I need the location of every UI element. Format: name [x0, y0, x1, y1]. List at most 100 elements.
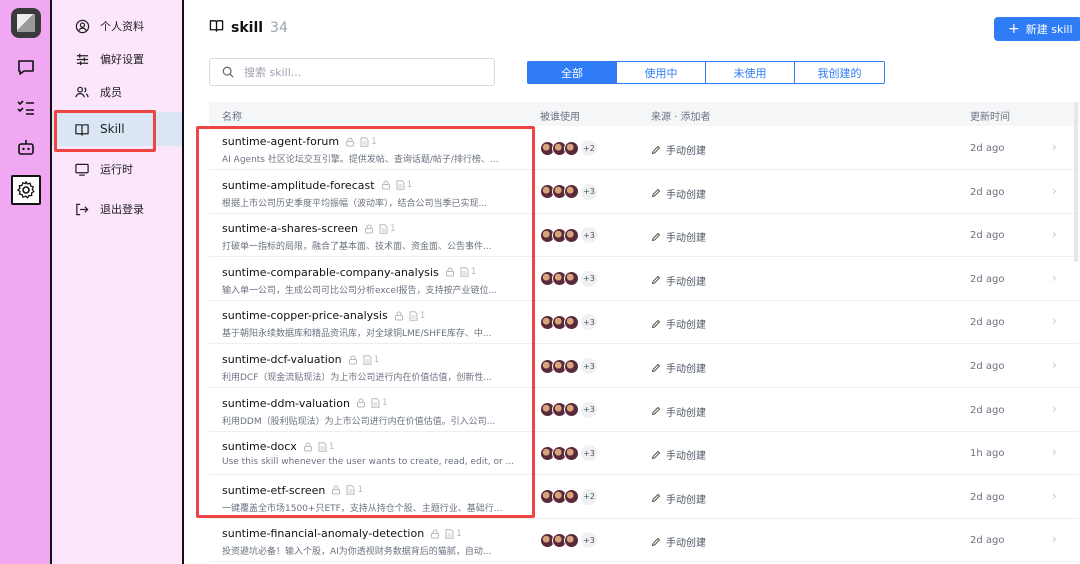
filter-unused[interactable]: 未使用	[706, 62, 795, 83]
menu-item-profile[interactable]: 个人资料	[52, 9, 182, 43]
source-cell: 手动创建	[651, 229, 706, 244]
avatar	[564, 445, 579, 461]
updated-time: 2d ago	[970, 491, 1005, 503]
logout-icon	[74, 201, 90, 217]
skill-highlight-box	[54, 110, 156, 152]
pencil-icon	[651, 188, 661, 198]
extra-users-badge: +3	[581, 314, 597, 331]
menu-label: 运行时	[100, 163, 133, 176]
chevron-right-icon[interactable]: ›	[1052, 402, 1057, 416]
updated-time: 2d ago	[970, 230, 1005, 242]
skill-meta: 1	[430, 529, 462, 539]
avatar	[564, 402, 579, 418]
source-cell: 手动创建	[651, 360, 706, 375]
pencil-icon	[651, 537, 661, 547]
used-by-avatars[interactable]: +3	[540, 401, 597, 418]
source-text: 手动创建	[666, 189, 706, 201]
avatar	[564, 227, 579, 243]
chevron-right-icon[interactable]: ›	[1052, 489, 1057, 503]
settings-gear-icon[interactable]	[11, 175, 41, 205]
menu-item-runtime[interactable]: 运行时	[52, 152, 182, 186]
chevron-right-icon[interactable]: ›	[1052, 532, 1057, 546]
book-icon	[208, 18, 225, 37]
filter-mine[interactable]: 我创建的	[795, 62, 884, 83]
chat-icon[interactable]	[13, 54, 39, 80]
chevron-right-icon[interactable]: ›	[1052, 314, 1057, 328]
source-cell: 手动创建	[651, 316, 706, 331]
skill-list-highlight-box	[196, 126, 535, 518]
table-row[interactable]: suntime-financial-anomaly-detection 1 投资避坑…	[209, 518, 1079, 563]
avatar	[564, 271, 579, 287]
source-text: 手动创建	[666, 451, 706, 463]
col-name: 名称	[222, 112, 242, 123]
filter-all[interactable]: 全部	[528, 62, 617, 83]
extra-users-badge: +2	[581, 488, 597, 505]
menu-item-logout[interactable]: 退出登录	[52, 192, 182, 226]
robot-icon[interactable]	[13, 134, 39, 160]
updated-time: 1h ago	[970, 448, 1005, 460]
pencil-icon	[651, 493, 661, 503]
used-by-avatars[interactable]: +2	[540, 140, 597, 156]
app-logo[interactable]	[11, 8, 41, 38]
updated-time: 2d ago	[970, 143, 1005, 154]
used-by-avatars[interactable]: +2	[540, 488, 597, 505]
menu-item-members[interactable]: 成员	[52, 75, 182, 109]
used-by-avatars[interactable]: +3	[540, 314, 597, 331]
menu-label: 偏好设置	[100, 53, 144, 66]
extra-users-badge: +2	[581, 140, 597, 156]
chevron-right-icon[interactable]: ›	[1052, 271, 1057, 285]
source-text: 手动创建	[666, 494, 706, 506]
extra-users-badge: +3	[581, 227, 597, 244]
updated-time: 2d ago	[970, 404, 1005, 416]
file-icon	[445, 529, 454, 539]
updated-time: 2d ago	[970, 535, 1005, 547]
skill-name-text: suntime-financial-anomaly-detection	[222, 527, 425, 541]
scrollbar[interactable]	[1074, 102, 1078, 262]
avatar	[564, 140, 579, 156]
skill-description: 投资避坑必备！输入个股，AI为你透视财务数据背后的猫腻，自动...	[222, 547, 492, 558]
updated-time: 2d ago	[970, 273, 1005, 285]
source-text: 手动创建	[666, 146, 706, 157]
avatar	[564, 532, 579, 548]
chevron-right-icon[interactable]: ›	[1052, 184, 1057, 198]
avatar	[564, 314, 579, 330]
chevron-right-icon[interactable]: ›	[1052, 140, 1057, 154]
used-by-avatars[interactable]: +3	[540, 532, 597, 549]
pencil-icon	[651, 406, 661, 416]
page-title: skill	[231, 19, 264, 36]
used-by-avatars[interactable]: +3	[540, 445, 597, 462]
search-placeholder: 搜索 skill...	[244, 66, 302, 79]
source-text: 手动创建	[666, 276, 706, 288]
filter-in-use[interactable]: 使用中	[617, 62, 706, 83]
source-cell: 手动创建	[651, 534, 706, 549]
used-by-avatars[interactable]: +3	[540, 358, 597, 374]
col-updated: 更新时间	[970, 112, 1010, 123]
new-skill-button[interactable]: + 新建 skill	[994, 17, 1080, 41]
chevron-right-icon[interactable]: ›	[1052, 358, 1057, 372]
updated-time: 2d ago	[970, 361, 1005, 372]
menu-item-preferences[interactable]: 偏好设置	[52, 42, 182, 76]
used-by-avatars[interactable]: +3	[540, 183, 597, 200]
chevron-right-icon[interactable]: ›	[1052, 445, 1057, 459]
pencil-icon	[651, 450, 661, 460]
chevron-right-icon[interactable]: ›	[1052, 227, 1057, 241]
pencil-icon	[651, 145, 661, 155]
search-input[interactable]: 搜索 skill...	[209, 58, 495, 86]
used-by-avatars[interactable]: +3	[540, 227, 597, 244]
page-header: skill 34	[208, 18, 288, 37]
extra-users-badge: +3	[581, 532, 597, 549]
new-skill-label: 新建 skill	[1025, 23, 1073, 36]
pencil-icon	[651, 363, 661, 373]
skill-count: 34	[270, 19, 288, 36]
filter-tabs: 全部 使用中 未使用 我创建的	[527, 61, 885, 84]
source-cell: 手动创建	[651, 273, 706, 288]
updated-time: 2d ago	[970, 186, 1005, 198]
tasks-icon[interactable]	[13, 94, 39, 120]
source-text: 手动创建	[666, 538, 706, 550]
avatar	[564, 489, 579, 505]
table-header: 名称 被谁使用 来源 · 添加者 更新时间	[209, 102, 1079, 126]
pencil-icon	[651, 232, 661, 242]
skill-name: suntime-financial-anomaly-detection 1	[222, 527, 462, 540]
used-by-avatars[interactable]: +3	[540, 270, 597, 287]
extra-users-badge: +3	[581, 358, 597, 374]
